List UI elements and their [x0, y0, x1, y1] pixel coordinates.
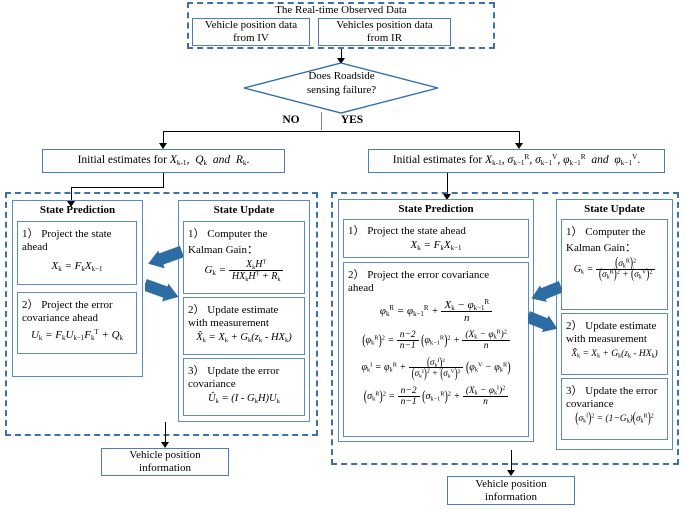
right-pred2-equation-3: φkI = φkR + (σkI)2 (σkI)2 + (σkV)2 (φkV …	[361, 354, 511, 381]
source-ir-line1: Vehicles position data	[336, 19, 433, 32]
right-upd2-equation: X̂k = Xk + Gk(zk - HXk)	[571, 349, 658, 360]
right-prediction-step-1: 1） Project the state ahead Xk = FkXk−1	[343, 219, 529, 258]
right-upd1-line2: Kalman Gain：	[566, 242, 636, 254]
branch-split-line	[163, 131, 519, 132]
initial-estimates-right: Initial estimates for Xk-1, σk−1R, σk−1V…	[368, 149, 665, 173]
right-output-line1: Vehicle position	[475, 477, 547, 490]
right-exchange-arrow-down	[528, 311, 558, 333]
left-output-line2: information	[139, 462, 191, 474]
source-ir-line2: from IR	[366, 32, 403, 44]
left-upd3-line2: covariance	[188, 378, 236, 390]
left-output-box: Vehicle position information	[101, 448, 229, 476]
arrow-init-left-down	[163, 173, 164, 187]
left-upd1-equation: Gk = XkHT HXkHT + Rk	[188, 259, 300, 282]
decision-line2: sensing failure?	[306, 83, 377, 96]
right-pred1-line1: 1） Project the state ahead	[348, 225, 466, 237]
initial-right-expr: Initial estimates for Xk-1, σk−1R, σk−1V…	[392, 153, 641, 168]
right-output-line2: information	[485, 490, 537, 503]
left-prediction-step-1: 1） Project the state ahead Xk = FkXk−1	[17, 221, 137, 285]
right-upd3-line2: covariance	[566, 398, 614, 410]
right-pred2-line2: ahead	[348, 282, 374, 294]
right-update-step-1: 1） Computer the Kalman Gain： Gk = (σkR)2…	[561, 219, 668, 310]
left-output-line1: Vehicle position	[129, 449, 201, 462]
branch-divider	[321, 112, 322, 130]
left-upd1-line2: Kalman Gain：	[188, 244, 258, 256]
source-iv-line2: from IV	[233, 32, 269, 44]
left-update-step-2: 2） Update estimate with measurement X̂k …	[183, 297, 305, 355]
initial-estimates-left: Initial estimates for Xk-1, Qk and Rk.	[42, 149, 285, 173]
right-upd3-line1: 3） Update the error	[566, 385, 658, 397]
left-upd3-line1: 3） Update the error	[188, 365, 280, 377]
observed-data-title: The Real-time Observed Data	[275, 4, 407, 16]
right-pred1-equation: Xk = FkXk−1	[410, 239, 462, 252]
left-pred1-equation: Xk = FkXk−1	[51, 260, 103, 273]
left-upd2-equation: X̂k = Xk + Gk(zk - HXk)	[196, 332, 292, 344]
left-update-step-1: 1） Computer the Kalman Gain： Gk = XkHT H…	[183, 221, 305, 294]
left-exchange-arrow-up	[148, 245, 183, 269]
arrow-left-output	[165, 422, 166, 444]
right-pred2-equation-1: φkR = φk−1R + Xk − φk−1R n	[348, 299, 524, 324]
right-prediction-step-2: 2） Project the error covariance ahead φk…	[343, 262, 529, 437]
left-update-header: State Update	[213, 204, 275, 216]
source-iv-line1: Vehicle position data	[204, 19, 298, 32]
right-exchange-arrow-up	[531, 281, 562, 303]
right-upd1-line1: 1） Computer the	[566, 226, 646, 238]
left-exchange-arrow-down	[145, 278, 179, 302]
right-output-box: Vehicle position information	[447, 476, 575, 505]
left-prediction-header: State Prediction	[39, 204, 116, 216]
left-upd2-line1: 2） Update estimate	[188, 304, 279, 316]
left-pred2-equation: Uk = FkUk−1FkT + Qk	[30, 329, 124, 342]
decision-line1: Does Roadside	[308, 70, 375, 82]
right-upd3-equation: (σkI)2 = (1−Gk)(σkR)2	[575, 411, 654, 427]
left-upd3-equation: Ûk = (I - GkH)Uk	[208, 393, 280, 405]
left-pred2-line1: 2） Project the error	[22, 299, 113, 311]
branch-label-yes: YES	[340, 114, 364, 126]
right-update-step-2: 2） Update estimate with measurement X̂k …	[561, 313, 668, 375]
arrow-init-left-jog	[71, 187, 164, 188]
flowchart-canvas: The Real-time Observed Data Vehicle posi…	[0, 0, 685, 509]
left-upd1-line1: 1） Computer the	[188, 228, 268, 240]
right-pred2-line1: 2） Project the error covariance	[348, 269, 490, 281]
arrow-right-output	[511, 450, 512, 472]
right-update-step-3: 3） Update the error covariance (σkI)2 = …	[561, 378, 668, 440]
left-prediction-step-2: 2） Project the error covariance ahead Uk…	[17, 292, 137, 354]
initial-left-expr: Initial estimates for Xk-1, Qk and Rk.	[77, 154, 250, 168]
right-upd2-line2: with measurement	[566, 333, 647, 345]
decision-text: Does Roadside sensing failure?	[243, 70, 440, 98]
right-upd1-equation: Gk = (σkR)2 (σkR)2 + (σkV)2	[566, 257, 663, 283]
right-update-header: State Update	[584, 203, 645, 215]
left-pred1-line1: 1） Project the state	[22, 228, 112, 240]
left-pred2-line2: covariance ahead	[22, 312, 99, 324]
branch-label-no: NO	[282, 114, 300, 126]
source-box-ir: Vehicles position data from IR	[318, 18, 451, 46]
right-prediction-header: State Prediction	[398, 203, 474, 215]
left-update-step-3: 3） Update the error covariance Ûk = (I …	[183, 358, 305, 416]
left-upd2-line2: with measurement	[188, 317, 269, 329]
left-pred1-line2: ahead	[22, 241, 48, 253]
right-pred2-equation-2: (φkR)2 = n−2 n−1 (φk−1R)2 + (Xk − φkR)2 n	[348, 330, 524, 351]
source-box-iv: Vehicle position data from IV	[192, 18, 310, 46]
right-upd2-line1: 2） Update estimate	[566, 320, 657, 332]
right-pred2-equation-4: (σkR)2 = n−2 n−1 (σk−1R)2 + (Xk − φkI)2 n	[348, 386, 524, 407]
